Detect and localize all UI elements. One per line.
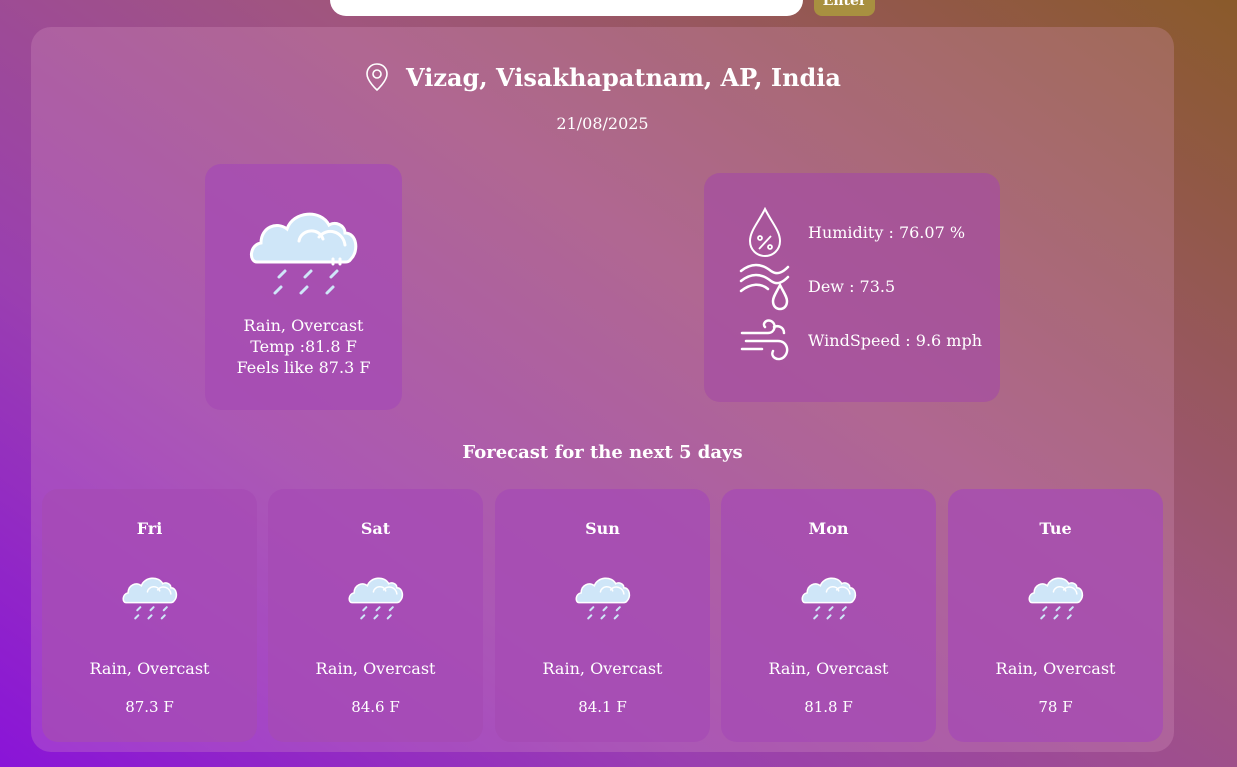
forecast-day: Tue — [1039, 519, 1072, 538]
forecast-title: Forecast for the next 5 days — [462, 442, 743, 463]
forecast-temp: 87.3 F — [125, 698, 174, 716]
rain-overcast-icon — [348, 577, 404, 620]
forecast-day: Sat — [360, 519, 391, 538]
forecast-day: Mon — [808, 519, 849, 538]
rain-overcast-icon — [122, 577, 178, 620]
location-name: Vizag, Visakhapatnam, AP, India — [406, 62, 841, 92]
forecast-temp: 84.1 F — [578, 698, 627, 716]
forecast-card-mon: Mon Rain, Overcast 81.8 F — [721, 489, 936, 742]
stats-card: Humidity : 76.07 % Dew : 73.5 WindSpeed … — [704, 173, 1000, 402]
current-weather-card: Rain, Overcast Temp :81.8 F Feels like 8… — [205, 164, 402, 410]
current-date: 21/08/2025 — [556, 114, 649, 133]
windspeed-value: WindSpeed : 9.6 mph — [808, 330, 983, 350]
forecast-condition: Rain, Overcast — [542, 659, 663, 678]
humidity-row: Humidity : 76.07 % — [738, 207, 965, 257]
forecast-temp: 78 F — [1038, 698, 1073, 716]
wind-icon — [740, 319, 789, 361]
forecast-condition: Rain, Overcast — [315, 659, 436, 678]
forecast-temp: 84.6 F — [351, 698, 400, 716]
rain-overcast-icon — [575, 577, 631, 620]
forecast-temp: 81.8 F — [804, 698, 853, 716]
humidity-icon — [748, 207, 782, 257]
weather-panel: Vizag, Visakhapatnam, AP, India 21/08/20… — [31, 27, 1174, 752]
dew-value: Dew : 73.5 — [808, 276, 896, 296]
forecast-day: Sun — [585, 519, 620, 538]
forecast-day: Fri — [136, 519, 163, 538]
forecast-condition: Rain, Overcast — [89, 659, 210, 678]
enter-button[interactable]: Enter — [814, 0, 875, 16]
forecast-condition: Rain, Overcast — [995, 659, 1116, 678]
search-input[interactable] — [330, 0, 803, 16]
dew-icon — [739, 263, 790, 311]
forecast-card-fri: Fri Rain, Overcast 87.3 F — [42, 489, 257, 742]
dew-row: Dew : 73.5 — [738, 261, 895, 311]
forecast-card-sun: Sun Rain, Overcast 84.1 F — [495, 489, 710, 742]
location-header: Vizag, Visakhapatnam, AP, India — [31, 60, 1174, 94]
current-temp: Temp :81.8 F — [250, 337, 357, 356]
location-pin-icon — [366, 63, 388, 92]
forecast-condition: Rain, Overcast — [768, 659, 889, 678]
humidity-value: Humidity : 76.07 % — [808, 222, 966, 242]
rain-overcast-icon — [1028, 577, 1084, 620]
rain-overcast-icon — [250, 212, 358, 295]
rain-overcast-icon — [801, 577, 857, 620]
current-condition: Rain, Overcast — [243, 316, 364, 335]
forecast-card-sat: Sat Rain, Overcast 84.6 F — [268, 489, 483, 742]
wind-row: WindSpeed : 9.6 mph — [738, 315, 982, 365]
current-feels-like: Feels like 87.3 F — [236, 358, 371, 377]
forecast-card-tue: Tue Rain, Overcast 78 F — [948, 489, 1163, 742]
